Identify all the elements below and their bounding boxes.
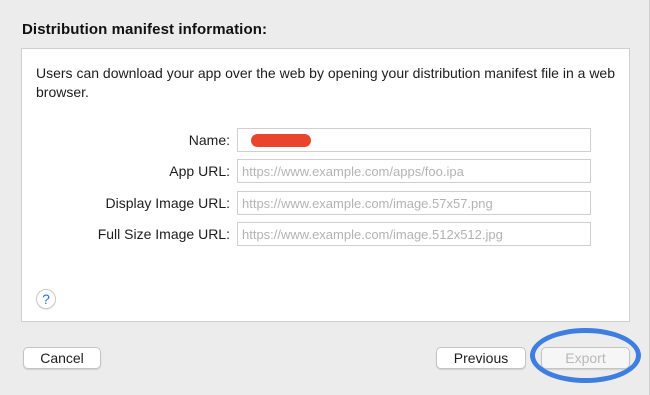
form-row-name: Name: bbox=[22, 128, 631, 152]
app-url-field[interactable] bbox=[237, 159, 591, 183]
form-row-display-image-url: Display Image URL: bbox=[22, 191, 631, 215]
app-url-label: App URL: bbox=[169, 163, 230, 179]
export-button[interactable]: Export bbox=[541, 347, 630, 369]
name-label: Name: bbox=[188, 132, 230, 148]
panel-description: Users can download your app over the web… bbox=[36, 65, 615, 100]
full-size-image-url-label: Full Size Image URL: bbox=[97, 226, 230, 242]
export-dialog: Distribution manifest information: Users… bbox=[0, 0, 650, 395]
form-row-app-url: App URL: bbox=[22, 159, 631, 183]
form-row-full-size-image-url: Full Size Image URL: bbox=[22, 222, 631, 246]
cancel-button[interactable]: Cancel bbox=[23, 347, 101, 369]
help-button[interactable]: ? bbox=[36, 289, 56, 309]
display-image-url-field[interactable] bbox=[237, 191, 591, 215]
previous-button[interactable]: Previous bbox=[436, 347, 526, 369]
manifest-panel: Users can download your app over the web… bbox=[21, 48, 630, 322]
display-image-url-label: Display Image URL: bbox=[105, 195, 231, 211]
full-size-image-url-field[interactable] bbox=[237, 222, 591, 246]
redaction-mark bbox=[251, 134, 311, 147]
section-title: Distribution manifest information: bbox=[22, 21, 268, 38]
